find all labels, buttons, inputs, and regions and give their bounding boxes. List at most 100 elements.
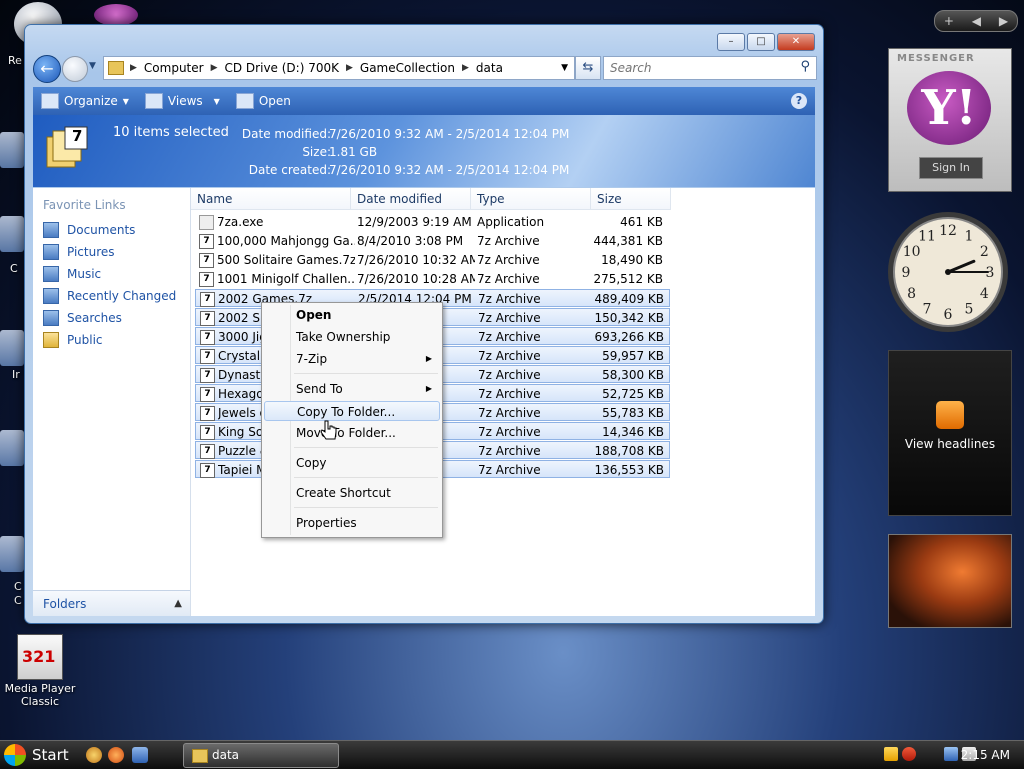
file-size: 150,342 KB xyxy=(594,311,664,325)
breadcrumb-arrow-icon[interactable]: ▶ xyxy=(344,63,355,73)
menu-item-label: Copy To Folder... xyxy=(297,405,396,419)
close-button[interactable]: ✕ xyxy=(777,33,815,51)
organize-button[interactable]: Organize ▼ xyxy=(33,93,137,109)
help-button[interactable]: ? xyxy=(791,93,807,109)
menu-item-7zip[interactable]: 7-Zip ▶ xyxy=(264,349,440,369)
address-bar[interactable]: ▶ Computer ▶ CD Drive (D:) 700K ▶ GameCo… xyxy=(103,56,575,80)
favorite-links-title: Favorite Links xyxy=(43,198,126,212)
table-row[interactable]: 7za.exe 12/9/2003 9:19 AM Application 461 K… xyxy=(195,213,670,231)
menu-item-create-shortcut[interactable]: Create Shortcut xyxy=(264,483,440,503)
previous-gadget-button[interactable]: ◀ xyxy=(972,14,981,28)
menu-separator xyxy=(294,507,438,508)
nav-link-recently-changed[interactable]: Recently Changed xyxy=(43,288,176,304)
menu-item-copy[interactable]: Copy xyxy=(264,453,440,473)
breadcrumb-gamecollection[interactable]: GameCollection xyxy=(355,61,460,75)
nav-link-public[interactable]: Public xyxy=(43,332,103,348)
file-type: 7z Archive xyxy=(478,444,541,458)
views-button[interactable]: Views ▼ xyxy=(137,93,228,109)
search-box: ⚲ xyxy=(603,56,817,80)
network-icon[interactable] xyxy=(944,747,958,761)
organize-icon xyxy=(41,93,59,109)
open-button[interactable]: Open xyxy=(228,93,299,109)
menu-item-copy-to-folder[interactable]: Copy To Folder... xyxy=(264,401,440,421)
search-input[interactable] xyxy=(604,57,792,79)
clock-number: 2 xyxy=(980,244,989,260)
column-name[interactable]: Name xyxy=(191,188,351,210)
file-type: Application xyxy=(477,215,545,229)
slideshow-gadget[interactable] xyxy=(888,534,1012,628)
nav-link-music[interactable]: Music xyxy=(43,266,101,282)
breadcrumb-data[interactable]: data xyxy=(471,61,508,75)
sign-in-button[interactable]: Sign In xyxy=(919,157,983,179)
forward-button[interactable] xyxy=(62,56,88,82)
file-type: 7z Archive xyxy=(478,368,541,382)
nav-link-label: Music xyxy=(67,267,102,281)
menu-separator xyxy=(294,373,438,374)
desktop-shortcut-icon[interactable] xyxy=(0,430,24,466)
rss-icon xyxy=(936,401,964,429)
menu-item-take-ownership[interactable]: Take Ownership xyxy=(264,327,440,347)
clock-number: 10 xyxy=(903,244,921,260)
file-size: 14,346 KB xyxy=(602,425,664,439)
recent-pages-dropdown[interactable]: ▼ xyxy=(89,61,96,71)
feed-headlines-gadget[interactable]: View headlines xyxy=(888,350,1012,516)
table-row[interactable]: 7 100,000 Mahjongg Ga... 8/4/2010 3:08 PM 7… xyxy=(195,232,670,250)
refresh-button[interactable]: ⇆ xyxy=(575,56,601,80)
table-row[interactable]: 7 500 Solitaire Games.7z 7/26/2010 10:32 A… xyxy=(195,251,670,269)
next-gadget-button[interactable]: ▶ xyxy=(999,14,1008,28)
nav-link-documents[interactable]: Documents xyxy=(43,222,135,238)
quicklaunch-media-icon[interactable] xyxy=(86,747,102,763)
menu-item-label: Take Ownership xyxy=(296,330,391,344)
desktop-shortcut-icon[interactable] xyxy=(0,536,24,572)
menu-item-send-to[interactable]: Send To ▶ xyxy=(264,379,440,399)
desktop-shortcut-icon[interactable] xyxy=(0,330,24,366)
desktop-shortcut-icon[interactable] xyxy=(0,216,24,252)
folders-toggle[interactable]: Folders ▲ xyxy=(33,590,190,616)
start-button[interactable]: Start xyxy=(0,741,80,769)
clock-time[interactable]: 2:15 AM xyxy=(961,741,1010,769)
minimize-button[interactable]: – xyxy=(717,33,745,51)
back-button[interactable]: ← xyxy=(33,55,61,83)
table-row[interactable]: 7 1001 Minigolf Challen... 7/26/2010 10:28… xyxy=(195,270,670,288)
search-icon[interactable]: ⚲ xyxy=(800,59,810,74)
column-size[interactable]: Size xyxy=(591,188,671,210)
nav-link-searches[interactable]: Searches xyxy=(43,310,122,326)
shield-warning-icon[interactable] xyxy=(902,747,916,761)
file-type: 7z Archive xyxy=(478,406,541,420)
media-player-classic-shortcut[interactable]: 321 Media Player Classic xyxy=(0,634,80,708)
breadcrumb-computer[interactable]: Computer xyxy=(139,61,209,75)
file-size: 136,553 KB xyxy=(594,463,664,477)
open-label: Open xyxy=(258,94,291,108)
quicklaunch-firefox-icon[interactable] xyxy=(108,747,124,763)
file-type: 7z Archive xyxy=(478,292,541,306)
file-size: 693,266 KB xyxy=(594,330,664,344)
taskbar-button-data[interactable]: data xyxy=(183,743,339,768)
security-shield-icon[interactable] xyxy=(884,747,898,761)
breadcrumb-arrow-icon[interactable]: ▶ xyxy=(460,63,471,73)
breadcrumb-cd-drive[interactable]: CD Drive (D:) 700K xyxy=(220,61,344,75)
sevenzip-archive-icon: 7 xyxy=(199,272,214,287)
yahoo-messenger-gadget: MESSENGER Y! Sign In xyxy=(888,48,1012,192)
menu-item-move-to-folder[interactable]: Move To Folder... xyxy=(264,423,440,443)
maximize-button[interactable]: □ xyxy=(747,33,775,51)
menu-item-open[interactable]: Open xyxy=(264,305,440,325)
quicklaunch-desktop-icon[interactable] xyxy=(132,747,148,763)
file-size: 188,708 KB xyxy=(594,444,664,458)
column-date-modified[interactable]: Date modified xyxy=(351,188,471,210)
chevron-up-icon: ▲ xyxy=(174,598,182,609)
sevenzip-archive-icon: 7 xyxy=(200,463,215,478)
details-pane: 7 10 items selected Date modified: 7/26/… xyxy=(33,115,815,187)
views-icon xyxy=(144,93,163,109)
menu-item-properties[interactable]: Properties xyxy=(264,513,440,533)
documents-icon xyxy=(43,222,59,238)
breadcrumb-arrow-icon[interactable]: ▶ xyxy=(209,63,220,73)
desktop-shortcut-icon[interactable] xyxy=(0,132,24,168)
file-name: 500 Solitaire Games.7z xyxy=(217,253,355,267)
add-gadget-button[interactable]: + xyxy=(944,14,954,28)
address-dropdown-icon[interactable]: ▼ xyxy=(555,63,574,73)
column-type[interactable]: Type xyxy=(471,188,591,210)
breadcrumb-arrow-icon[interactable]: ▶ xyxy=(128,63,139,73)
yahoo-desktop-icon[interactable] xyxy=(94,4,138,26)
sevenzip-archive-icon: 7 xyxy=(200,330,215,345)
nav-link-pictures[interactable]: Pictures xyxy=(43,244,115,260)
